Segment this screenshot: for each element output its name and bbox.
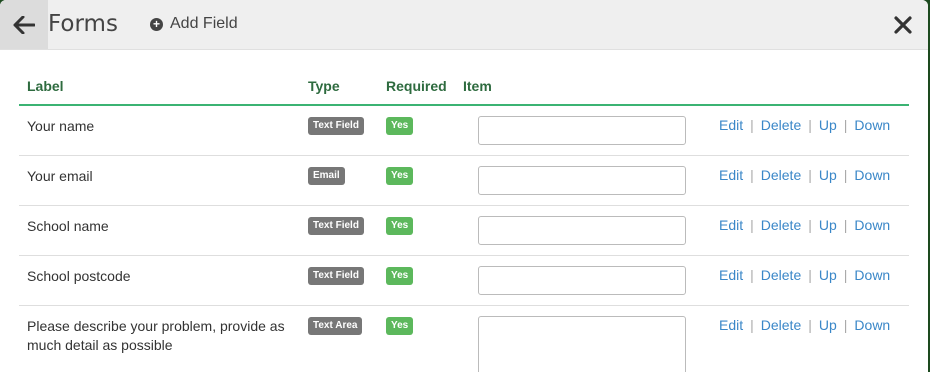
plus-circle-icon: + [150, 17, 163, 31]
type-badge: Text Field [308, 267, 364, 285]
up-link[interactable]: Up [819, 317, 837, 333]
back-button[interactable] [0, 0, 48, 49]
row-actions: Edit | Delete | Up | Down [719, 167, 890, 183]
type-badge: Text Field [308, 117, 364, 135]
modal-header: Forms + Add Field [0, 0, 928, 50]
field-label: Your name [27, 118, 95, 134]
delete-link[interactable]: Delete [761, 167, 801, 183]
delete-link[interactable]: Delete [761, 317, 801, 333]
table-row: School postcode Text Field Yes Edit | Delete |… [19, 256, 909, 306]
down-link[interactable]: Down [854, 167, 890, 183]
down-link[interactable]: Down [854, 117, 890, 133]
row-actions: Edit | Delete | Up | Down [719, 117, 890, 133]
separator: | [750, 117, 754, 133]
separator: | [808, 317, 812, 333]
up-link[interactable]: Up [819, 117, 837, 133]
column-header-label: Label [27, 78, 64, 94]
required-badge: Yes [386, 117, 414, 135]
delete-link[interactable]: Delete [761, 267, 801, 283]
down-link[interactable]: Down [854, 317, 890, 333]
type-badge: Text Field [308, 217, 364, 235]
item-input[interactable] [478, 216, 686, 245]
separator: | [808, 117, 812, 133]
separator: | [843, 267, 848, 283]
column-header-type: Type [308, 78, 340, 94]
row-actions: Edit | Delete | Up | Down [719, 267, 890, 283]
separator: | [843, 217, 848, 233]
close-icon [894, 16, 912, 34]
delete-link[interactable]: Delete [761, 117, 801, 133]
field-label: School postcode [27, 268, 131, 284]
edit-link[interactable]: Edit [719, 167, 743, 183]
table-row: Please describe your problem, provide as… [19, 306, 909, 372]
edit-link[interactable]: Edit [719, 217, 743, 233]
add-field-label: Add Field [170, 15, 238, 32]
edit-link[interactable]: Edit [719, 317, 743, 333]
separator: | [750, 217, 754, 233]
edit-link[interactable]: Edit [719, 117, 743, 133]
up-link[interactable]: Up [819, 267, 837, 283]
up-link[interactable]: Up [819, 167, 837, 183]
item-input[interactable] [478, 316, 686, 372]
type-badge: Email [308, 167, 345, 185]
table-header: Label Type Required Item [19, 70, 909, 106]
separator: | [808, 217, 812, 233]
page-title: Forms [48, 11, 118, 37]
up-link[interactable]: Up [819, 217, 837, 233]
required-badge: Yes [386, 317, 414, 335]
forms-modal: Forms + Add Field Label Type Required It… [0, 0, 928, 372]
separator: | [843, 167, 848, 183]
separator: | [843, 317, 848, 333]
field-label: Your email [27, 168, 93, 184]
field-label: School name [27, 218, 109, 234]
down-link[interactable]: Down [854, 217, 890, 233]
row-actions: Edit | Delete | Up | Down [719, 217, 890, 233]
separator: | [750, 317, 754, 333]
item-input[interactable] [478, 266, 686, 295]
separator: | [750, 167, 754, 183]
row-actions: Edit | Delete | Up | Down [719, 317, 890, 333]
column-header-item: Item [463, 78, 492, 94]
down-link[interactable]: Down [854, 267, 890, 283]
separator: | [808, 167, 812, 183]
required-badge: Yes [386, 217, 414, 235]
table-row: Your email Email Yes Edit | Delete | Up | Down [19, 156, 909, 206]
separator: | [808, 267, 812, 283]
close-button[interactable] [890, 12, 916, 38]
required-badge: Yes [386, 267, 414, 285]
arrow-left-icon [13, 15, 35, 34]
required-badge: Yes [386, 167, 414, 185]
table-row: School name Text Field Yes Edit | Delete | Up | D… [19, 206, 909, 256]
item-input[interactable] [478, 116, 686, 145]
delete-link[interactable]: Delete [761, 217, 801, 233]
add-field-button[interactable]: + Add Field [150, 15, 238, 33]
edit-link[interactable]: Edit [719, 267, 743, 283]
separator: | [750, 267, 754, 283]
separator: | [843, 117, 848, 133]
field-label: Please describe your problem, provide as… [27, 318, 285, 353]
column-header-required: Required [386, 78, 447, 94]
fields-table: Label Type Required Item Your name Text F… [19, 70, 909, 372]
table-row: Your name Text Field Yes Edit | Delete | Up | Dow… [19, 106, 909, 156]
item-input[interactable] [478, 166, 686, 195]
type-badge: Text Area [308, 317, 363, 335]
